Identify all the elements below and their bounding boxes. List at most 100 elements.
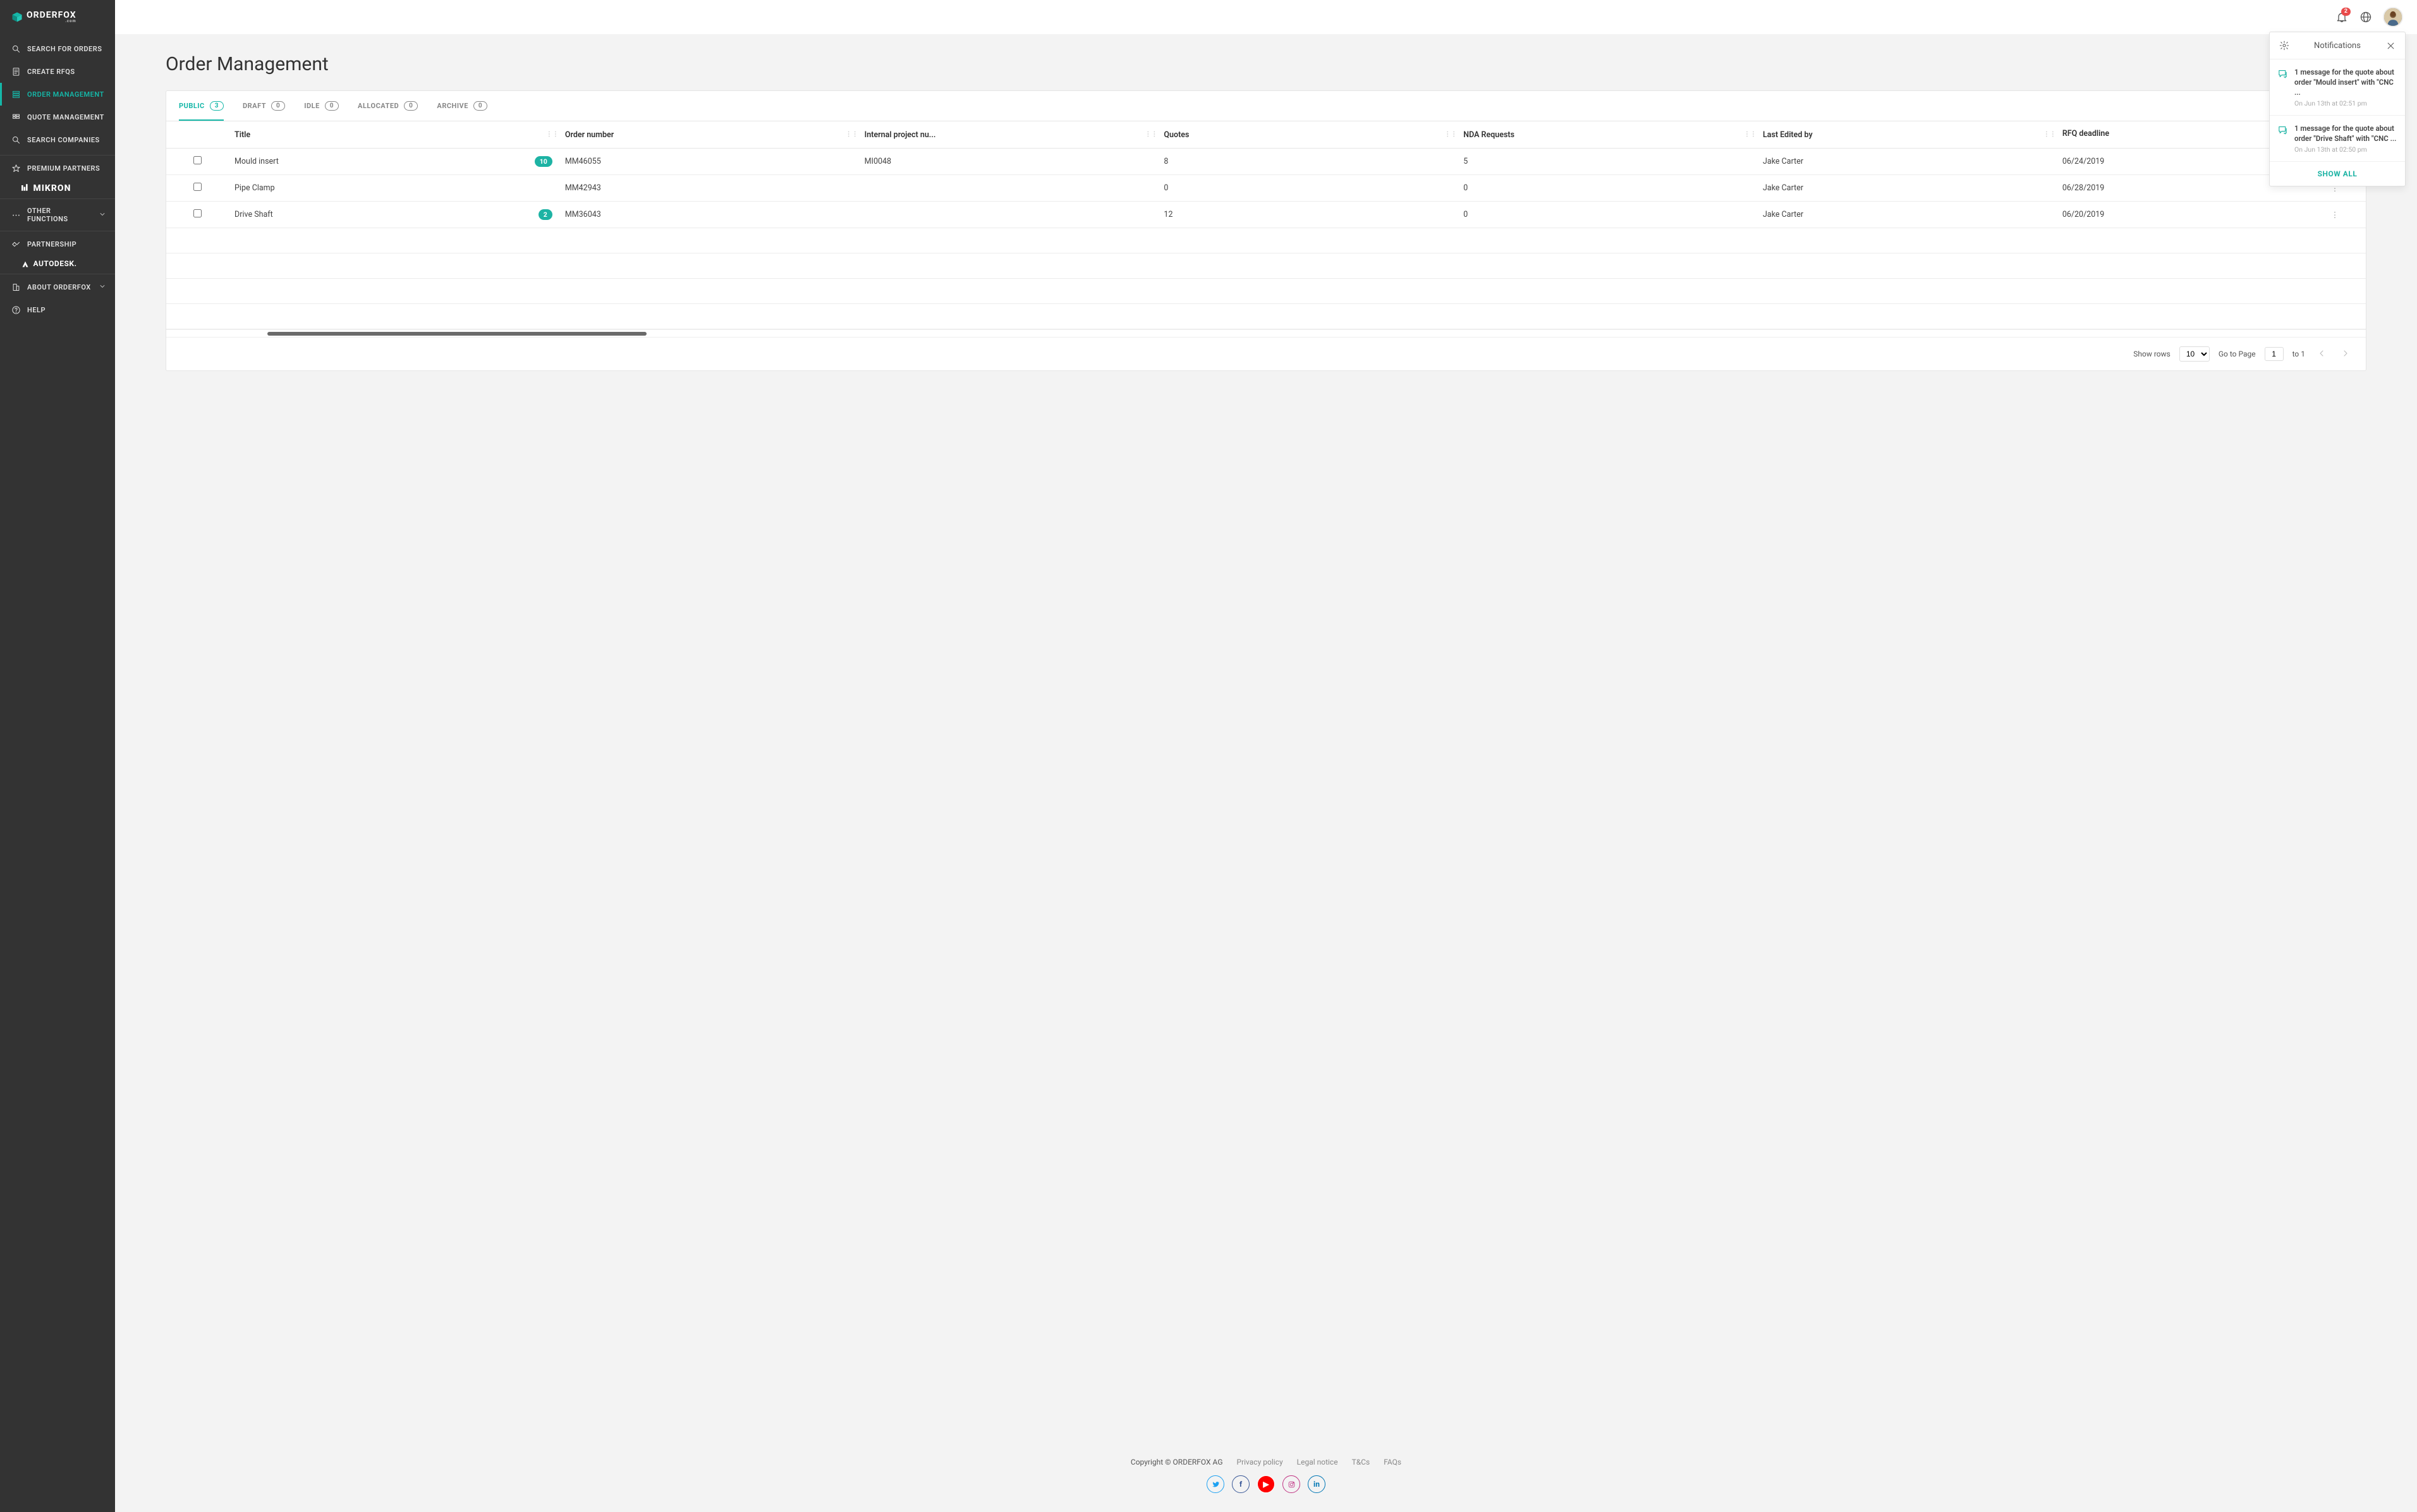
scrollbar-thumb[interactable] (267, 332, 647, 336)
sidebar-item-label: HELP (27, 306, 46, 314)
language-button[interactable] (2359, 10, 2373, 24)
table-row[interactable]: Mould insert10 MM46055 MI0048 8 5 Jake C… (166, 149, 2366, 175)
column-header-title[interactable]: Title⋮⋮ (228, 121, 559, 149)
footer-link-privacy[interactable]: Privacy policy (1237, 1458, 1283, 1466)
notification-item[interactable]: 1 message for the quote about order "Mou… (2270, 59, 2405, 116)
notifications-button[interactable]: 2 (2335, 10, 2349, 24)
autodesk-logo[interactable]: AUTODESK. (21, 259, 115, 269)
sidebar-item-create-rfqs[interactable]: CREATE RFQS (0, 60, 115, 83)
table-row[interactable]: Pipe Clamp MM42943 0 0 Jake Carter 06/28… (166, 175, 2366, 202)
tab-draft[interactable]: DRAFT 0 (243, 91, 285, 121)
column-resize-handle[interactable]: ⋮⋮ (2043, 133, 2056, 137)
sidebar-about[interactable]: ABOUT ORDERFOX (0, 276, 115, 298)
sidebar: ORDERFOX .com SEARCH FOR ORDERS CREATE R… (0, 0, 115, 1512)
footer-link-legal[interactable]: Legal notice (1297, 1458, 1338, 1466)
notification-item[interactable]: 1 message for the quote about order "Dri… (2270, 116, 2405, 162)
facebook-icon[interactable]: f (1232, 1475, 1250, 1493)
row-badge: 10 (535, 156, 552, 167)
sidebar-item-order-management[interactable]: ORDER MANAGEMENT (0, 83, 115, 106)
tab-count: 3 (210, 101, 224, 111)
row-badge: 2 (539, 209, 552, 220)
twitter-icon[interactable] (1207, 1475, 1224, 1493)
brand-logo[interactable]: ORDERFOX .com (0, 0, 115, 35)
sidebar-premium-partners[interactable]: PREMIUM PARTNERS (0, 157, 115, 180)
horizontal-scrollbar[interactable] (166, 329, 2366, 337)
sidebar-item-label: PREMIUM PARTNERS (27, 164, 100, 173)
next-page-button[interactable] (2338, 348, 2353, 360)
sidebar-item-search-orders[interactable]: SEARCH FOR ORDERS (0, 37, 115, 60)
notification-time: On Jun 13th at 02:51 pm (2294, 99, 2397, 107)
column-resize-handle[interactable]: ⋮⋮ (546, 133, 559, 137)
orders-table: Title⋮⋮ Order number⋮⋮ Internal project … (166, 121, 2366, 329)
youtube-icon[interactable]: ▶ (1257, 1475, 1275, 1493)
search-icon (11, 44, 21, 54)
instagram-icon[interactable] (1282, 1475, 1300, 1493)
sidebar-item-search-companies[interactable]: SEARCH COMPANIES (0, 128, 115, 151)
column-header-nda[interactable]: NDA Requests⋮⋮ (1457, 121, 1756, 149)
footer-link-faqs[interactable]: FAQs (1384, 1458, 1401, 1466)
sidebar-item-label: CREATE RFQS (27, 68, 75, 76)
footer-link-tcs[interactable]: T&Cs (1352, 1458, 1370, 1466)
column-header-project[interactable]: Internal project nu...⋮⋮ (858, 121, 1158, 149)
page-total-label: to 1 (2292, 350, 2305, 358)
row-checkbox[interactable] (193, 209, 202, 217)
gear-icon (2279, 40, 2289, 51)
notification-settings-button[interactable] (2277, 39, 2291, 52)
sidebar-item-label: SEARCH COMPANIES (27, 136, 100, 144)
row-deadline: 06/28/2019 (2056, 175, 2304, 202)
tab-count: 0 (404, 101, 418, 111)
column-header-editor[interactable]: Last Edited by⋮⋮ (1756, 121, 2056, 149)
column-header-quotes[interactable]: Quotes⋮⋮ (1157, 121, 1457, 149)
user-avatar[interactable] (2383, 7, 2403, 27)
search-icon (11, 135, 21, 145)
table-row-empty (166, 253, 2366, 279)
dots-icon (11, 210, 21, 220)
table-pager: Show rows 10 Go to Page to 1 (166, 337, 2366, 370)
column-header-deadline[interactable]: RFQ deadline (2056, 121, 2304, 149)
tab-idle[interactable]: IDLE 0 (304, 91, 339, 121)
row-title: Drive Shaft (234, 210, 273, 219)
row-editor: Jake Carter (1756, 149, 2056, 175)
goto-page-label: Go to Page (2219, 350, 2256, 358)
show-rows-label: Show rows (2133, 350, 2170, 358)
notifications-close-button[interactable] (2384, 39, 2397, 52)
row-order-number: MM42943 (559, 175, 858, 202)
sidebar-item-label: PARTNERSHIP (27, 240, 76, 248)
table-row[interactable]: Drive Shaft2 MM36043 12 0 Jake Carter 06… (166, 202, 2366, 228)
rows-per-page-select[interactable]: 10 (2179, 346, 2210, 362)
mikron-logo[interactable]: MIKRON (21, 183, 115, 193)
row-checkbox[interactable] (193, 156, 202, 164)
row-project (858, 202, 1158, 228)
sidebar-help[interactable]: HELP (0, 298, 115, 321)
row-checkbox[interactable] (193, 183, 202, 191)
column-resize-handle[interactable]: ⋮⋮ (1145, 133, 1157, 137)
prev-page-button[interactable] (2314, 348, 2329, 360)
column-resize-handle[interactable]: ⋮⋮ (846, 133, 858, 137)
status-tabs: PUBLIC 3 DRAFT 0 IDLE 0 ALLOCATED 0 ARCH… (166, 91, 2366, 121)
row-actions-button[interactable]: ⋮ (2304, 202, 2366, 228)
globe-icon (2359, 11, 2372, 23)
tab-label: PUBLIC (179, 102, 205, 110)
column-resize-handle[interactable]: ⋮⋮ (1744, 133, 1756, 137)
tab-public[interactable]: PUBLIC 3 (179, 91, 224, 121)
sidebar-partnership[interactable]: PARTNERSHIP (0, 233, 115, 255)
chevron-down-icon (99, 210, 106, 220)
row-editor: Jake Carter (1756, 175, 2056, 202)
sidebar-item-label: ORDER MANAGEMENT (27, 90, 104, 99)
tab-allocated[interactable]: ALLOCATED 0 (358, 91, 418, 121)
notifications-show-all-button[interactable]: SHOW ALL (2270, 162, 2405, 186)
sidebar-item-label: QUOTE MANAGEMENT (27, 113, 104, 121)
row-quotes: 12 (1157, 202, 1457, 228)
goto-page-input[interactable] (2265, 347, 2284, 361)
linkedin-icon[interactable]: in (1308, 1475, 1325, 1493)
sidebar-item-label: SEARCH FOR ORDERS (27, 45, 102, 53)
sidebar-item-quote-management[interactable]: QUOTE MANAGEMENT (0, 106, 115, 128)
table-row-empty (166, 279, 2366, 304)
column-resize-handle[interactable]: ⋮⋮ (1444, 133, 1457, 137)
sidebar-other-functions[interactable]: OTHER FUNCTIONS (0, 200, 115, 229)
table-row-empty (166, 228, 2366, 253)
column-header-order-number[interactable]: Order number⋮⋮ (559, 121, 858, 149)
message-icon (2277, 125, 2288, 154)
tab-archive[interactable]: ARCHIVE 0 (437, 91, 487, 121)
sidebar-item-label: ABOUT ORDERFOX (27, 283, 91, 291)
